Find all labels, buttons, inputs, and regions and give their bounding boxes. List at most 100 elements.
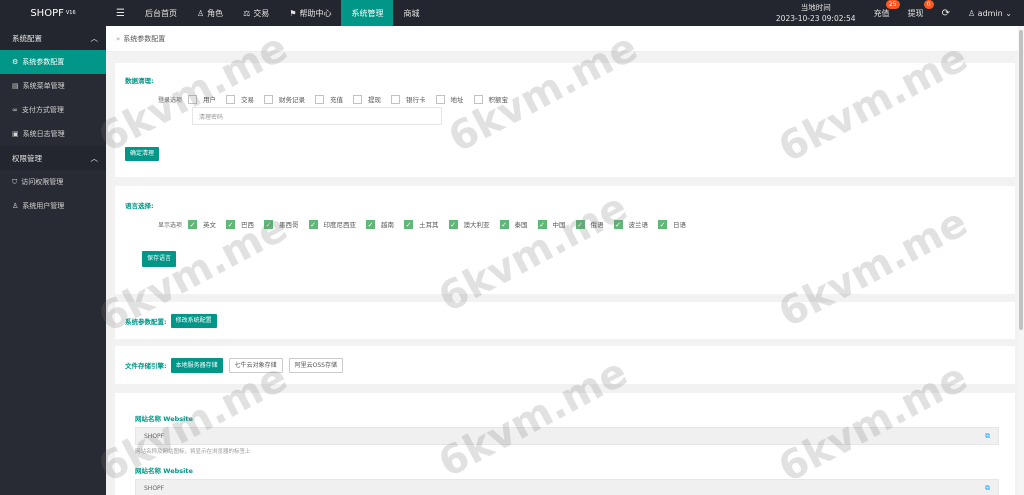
save-language-button[interactable]: 保存语言 [142,251,177,267]
clean-option-user[interactable]: 用户 [188,94,216,104]
refresh-icon[interactable]: ⟳ [942,8,950,19]
sidebar-item-label: 系统菜单管理 [22,82,65,90]
checkbox-checked[interactable]: ✓ [366,219,376,229]
lang-option-cn[interactable]: ✓ 中国 [537,219,566,229]
sidebar-item-logs[interactable]: ▣ 系统日志管理 [0,122,106,146]
clean-option-recharge[interactable]: 充值 [315,94,343,104]
checkbox[interactable] [353,94,363,104]
checkbox-checked[interactable]: ✓ [499,219,509,229]
withdraw-link[interactable]: 提现 0 [908,0,934,19]
checkbox-checked[interactable]: ✓ [537,219,547,229]
recharge-label: 充值 [873,8,890,18]
sidebar-item-payment[interactable]: ∞ 支付方式管理 [0,98,106,122]
site-name-input-2[interactable]: SHOPF ⧉ [135,479,999,495]
checkbox[interactable] [391,94,401,104]
confirm-clean-button[interactable]: 确定清理 [125,147,160,161]
lang-option-mx[interactable]: ✓ 墨西哥 [264,219,299,229]
clean-option-yuebao[interactable]: 积额宝 [473,94,509,104]
checkbox[interactable] [435,94,445,104]
storage-title: 文件存储引擎: [125,362,167,370]
checkbox-checked[interactable]: ✓ [264,219,274,229]
checkbox-checked[interactable]: ✓ [188,219,198,229]
lang-option-id[interactable]: ✓ 印度尼西亚 [308,219,357,229]
lang-option-ru[interactable]: ✓ 俄语 [575,219,604,229]
sidebar-group-label: 权限管理 [12,153,42,163]
sidebar-item-access[interactable]: ⛉ 访问权限管理 [0,170,106,194]
local-clock: 当地时间 2023-10-23 09:02:54 [776,2,856,24]
option-label: 澳大利亚 [463,221,490,229]
sidebar-item-label: 系统参数配置 [22,58,65,66]
menu-icon: ☰ [116,7,125,19]
scale-icon: ⚖ [243,8,251,18]
option-label: 充值 [330,96,344,104]
site-name-value-2: SHOPF [144,484,165,492]
option-label: 俄语 [590,221,604,229]
menu-toggle-button[interactable]: ☰ [106,0,135,26]
storage-card: 文件存储引擎: 本地服务器存储 七牛云对象存储 阿里云OSS存储 [115,346,1015,384]
storage-qiniu-button[interactable]: 七牛云对象存储 [228,357,283,373]
nav-mall[interactable]: 商城 [393,0,429,26]
clean-option-bankcard[interactable]: 银行卡 [391,94,426,104]
chevron-down-icon: ⌄ [1005,8,1012,18]
top-nav: ☰ 后台首页 ♙ 角色 ⚖ 交易 ⚑ 帮助中心 系统管理 商城 [106,0,429,26]
lang-option-en[interactable]: ✓ 英文 [188,219,216,229]
recharge-link[interactable]: 充值 25 [873,0,900,19]
sidebar-item-system-params[interactable]: ⚙ 系统参数配置 [0,50,106,74]
option-label: 银行卡 [406,96,426,104]
checkbox-checked[interactable]: ✓ [613,219,623,229]
checkbox[interactable] [226,94,236,104]
sidebar-item-sys-users[interactable]: ♙ 系统用户管理 [0,194,106,218]
nav-home-label: 后台首页 [144,8,177,18]
logo[interactable]: SHOPF V16 [0,0,106,26]
user-menu[interactable]: ♙ admin ⌄ [968,9,1012,18]
modify-config-button[interactable]: 修改系统配置 [170,313,217,328]
checkbox[interactable] [264,94,274,104]
sys-params-card: 系统参数配置: 修改系统配置 [115,302,1015,339]
checkbox[interactable] [188,94,198,104]
copy-icon[interactable]: ⧉ [985,432,990,441]
option-label: 印度尼西亚 [323,221,357,229]
option-label: 提现 [368,96,382,104]
lang-option-pl[interactable]: ✓ 波兰语 [613,219,649,229]
nav-help[interactable]: ⚑ 帮助中心 [279,0,341,26]
sidebar-group-permissions[interactable]: 权限管理 ︿ [0,146,106,170]
link-icon: ∞ [12,106,18,114]
sidebar-group-system-config[interactable]: 系统配置 ︿ [0,26,106,50]
page-scrollbar[interactable] [1018,26,1024,495]
checkbox-checked[interactable]: ✓ [575,219,585,229]
lang-option-vn[interactable]: ✓ 越南 [366,219,394,229]
clean-option-trade[interactable]: 交易 [226,94,254,104]
nav-home[interactable]: 后台首页 [135,0,187,26]
clean-option-address[interactable]: 地址 [435,94,464,104]
lang-option-au[interactable]: ✓ 澳大利亚 [448,219,490,229]
scrollbar-thumb[interactable] [1019,30,1023,330]
nav-trade[interactable]: ⚖ 交易 [233,0,279,26]
checkbox-checked[interactable]: ✓ [226,219,236,229]
checkbox-checked[interactable]: ✓ [308,219,318,229]
copy-icon[interactable]: ⧉ [985,484,990,493]
storage-aliyun-button[interactable]: 阿里云OSS存储 [288,357,343,373]
nav-system[interactable]: 系统管理 [341,0,394,26]
clean-option-withdraw[interactable]: 提现 [353,94,381,104]
checkbox[interactable] [473,94,483,104]
lang-option-br[interactable]: ✓ 巴西 [226,219,254,229]
clean-option-finance[interactable]: 财务记录 [264,94,305,104]
storage-local-button[interactable]: 本地服务器存储 [170,357,223,373]
username: admin [977,8,1003,18]
checkbox-checked[interactable]: ✓ [404,219,414,229]
data-clean-label: 登录选项 [158,96,183,104]
gear-icon: ⚙ [12,58,19,66]
checkbox-checked[interactable]: ✓ [658,219,668,229]
clean-password-input[interactable]: 清理密码 [192,107,442,125]
checkbox[interactable] [315,94,325,104]
checkbox-checked[interactable]: ✓ [448,219,458,229]
option-label: 波兰语 [628,221,649,229]
lang-option-tr[interactable]: ✓ 土耳其 [404,219,439,229]
option-label: 积额宝 [488,96,509,104]
sidebar-item-menu-manage[interactable]: ▤ 系统菜单管理 [0,74,106,98]
logo-text: SHOPF [30,7,64,19]
site-name-input[interactable]: SHOPF ⧉ [135,427,999,445]
lang-option-th[interactable]: ✓ 泰国 [499,219,528,229]
nav-roles[interactable]: ♙ 角色 [187,0,233,26]
lang-option-jp[interactable]: ✓ 日语 [658,219,686,229]
